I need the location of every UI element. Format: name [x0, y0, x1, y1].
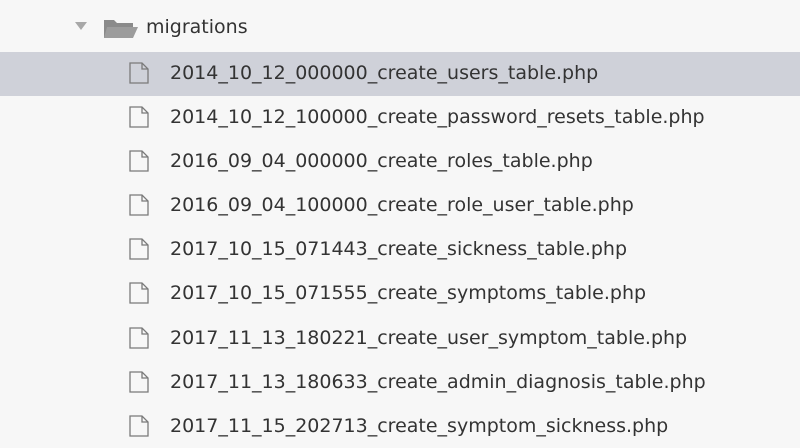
file-label: 2017_11_15_202713_create_symptom_sicknes…: [170, 414, 669, 437]
file-label: 2017_11_13_180221_create_user_symptom_ta…: [170, 326, 688, 349]
folder-label: migrations: [146, 16, 248, 38]
folder-row-migrations[interactable]: migrations: [0, 0, 800, 52]
file-icon: [129, 326, 149, 349]
file-icon: [129, 194, 149, 216]
file-icon: [129, 238, 149, 261]
file-icon: [129, 282, 149, 305]
file-row[interactable]: 2017_10_15_071443_create_sickness_table.…: [0, 228, 800, 272]
file-label: 2016_09_04_100000_create_role_user_table…: [170, 194, 634, 217]
file-label: 2016_09_04_000000_create_roles_table.php: [170, 150, 593, 173]
file-tree: migrations 2014_10_12_000000_create_user…: [0, 0, 800, 448]
file-row[interactable]: 2017_11_13_180221_create_user_symptom_ta…: [0, 317, 800, 361]
folder-open-icon: [104, 20, 138, 38]
file-icon: [129, 150, 149, 172]
file-icon: [129, 62, 149, 84]
file-row[interactable]: 2017_10_15_071555_create_symptoms_table.…: [0, 272, 800, 316]
file-row[interactable]: 2016_09_04_000000_create_roles_table.php: [0, 140, 800, 184]
file-label: 2017_10_15_071555_create_symptoms_table.…: [170, 282, 647, 305]
file-icon: [129, 415, 149, 437]
file-icon: [129, 106, 149, 128]
file-label: 2017_11_13_180633_create_admin_diagnosis…: [170, 370, 706, 393]
file-row[interactable]: 2014_10_12_000000_create_users_table.php: [0, 52, 800, 97]
file-row[interactable]: 2016_09_04_100000_create_role_user_table…: [0, 184, 800, 228]
file-row[interactable]: 2017_11_13_180633_create_admin_diagnosis…: [0, 361, 800, 405]
file-label: 2017_10_15_071443_create_sickness_table.…: [170, 238, 628, 261]
file-row[interactable]: 2017_11_15_202713_create_symptom_sicknes…: [0, 405, 800, 448]
file-icon: [129, 371, 149, 393]
file-row[interactable]: 2014_10_12_100000_create_password_resets…: [0, 96, 800, 140]
expand-toggle-icon[interactable]: [75, 22, 87, 30]
file-label: 2014_10_12_000000_create_users_table.php: [170, 62, 599, 84]
file-list: 2014_10_12_000000_create_users_table.php…: [0, 52, 800, 448]
file-label: 2014_10_12_100000_create_password_resets…: [170, 106, 705, 129]
